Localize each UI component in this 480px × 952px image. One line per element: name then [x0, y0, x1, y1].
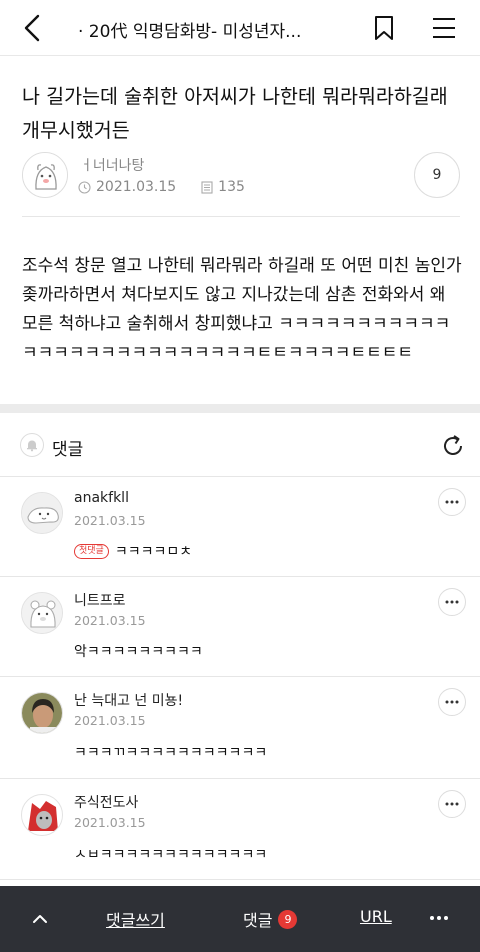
more-options-icon[interactable]: [438, 790, 466, 818]
comments-button-label: 댓글: [243, 911, 273, 930]
comment-date: 2021.03.15: [74, 713, 146, 728]
comment-text: 악ㅋㅋㅋㅋㅋㅋㅋㅋㅋ: [74, 644, 203, 660]
views: 135: [201, 179, 245, 195]
document-icon: [201, 180, 213, 194]
hamburger-menu-icon[interactable]: [430, 14, 458, 42]
bookmark-icon[interactable]: [370, 14, 398, 42]
bear-avatar[interactable]: [21, 592, 63, 634]
bottom-action-bar: 댓글쓰기 댓글 9 URL: [0, 886, 480, 952]
comment-text-row: 첫댓글 ㅋㅋㅋㅋㅁㅊ: [74, 541, 192, 561]
bell-icon[interactable]: [20, 433, 44, 457]
more-options-icon[interactable]: [438, 488, 466, 516]
comment-text: ㅋㅋㅋㅋㅁㅊ: [114, 544, 193, 560]
post-body: 조수석 창문 열고 나한테 뭐라뭐라 하길래 또 어떤 미친 놈인가 좆까라하면…: [22, 256, 462, 363]
comment-author[interactable]: 니트프로: [74, 590, 126, 610]
divider: [22, 216, 460, 217]
comment-date: 2021.03.15: [74, 815, 146, 830]
comment-author[interactable]: 주식전도사: [74, 792, 138, 812]
comments-header: 댓글: [0, 413, 480, 477]
comment-item: 니트프로 2021.03.15 악ㅋㅋㅋㅋㅋㅋㅋㅋㅋ: [0, 578, 480, 677]
comment-text-row: ㅅㅂㅋㅋㅋㅋㅋㅋㅋㅋㅋㅋㅋㅋㅋ: [74, 844, 267, 864]
post-meta: 2021.03.15 135: [78, 179, 245, 195]
post-title: 나 길가는데 술취한 아저씨가 나한테 뭐라뭐라하길래 개무시했거든: [22, 85, 448, 142]
comment-item: anakfkll 2021.03.15 첫댓글 ㅋㅋㅋㅋㅁㅊ: [0, 478, 480, 577]
comment-item: 난 늑대고 넌 미뇽! 2021.03.15 ㅋㅋㅋㄲㅋㅋㅋㅋㅋㅋㅋㅋㅋㅋㅋ: [0, 678, 480, 779]
comment-date: 2021.03.15: [74, 513, 146, 528]
comment-text-row: ㅋㅋㅋㄲㅋㅋㅋㅋㅋㅋㅋㅋㅋㅋㅋ: [74, 742, 267, 762]
first-comment-badge: 첫댓글: [74, 543, 109, 559]
more-options-icon[interactable]: [438, 588, 466, 616]
post-date: 2021.03.15: [96, 179, 177, 195]
white-creature-avatar[interactable]: [21, 492, 63, 534]
refresh-icon[interactable]: [440, 433, 466, 459]
back-chevron-icon[interactable]: [18, 12, 50, 44]
comment-author[interactable]: 난 늑대고 넌 미뇽!: [74, 690, 183, 710]
more-options-icon[interactable]: [438, 688, 466, 716]
comment-date: 2021.03.15: [74, 613, 146, 628]
comments-label: 댓글: [52, 440, 84, 460]
more-dots-icon[interactable]: [428, 908, 450, 928]
comment-item: 주식전도사 2021.03.15 ㅅㅂㅋㅋㅋㅋㅋㅋㅋㅋㅋㅋㅋㅋㅋ: [0, 780, 480, 880]
write-comment-button[interactable]: 댓글쓰기: [106, 907, 165, 931]
person-photo-avatar[interactable]: [21, 692, 63, 734]
chevron-up-icon[interactable]: [30, 908, 50, 928]
comment-text-row: 악ㅋㅋㅋㅋㅋㅋㅋㅋㅋ: [74, 641, 203, 661]
character-avatar[interactable]: [21, 794, 63, 836]
author-row: ㅓ너너나탕 2021.03.15 135 9: [22, 152, 460, 202]
author-avatar[interactable]: [22, 152, 68, 198]
board-title[interactable]: · 20代 익명담화방- 미성년자...: [78, 17, 348, 42]
top-header: · 20代 익명담화방- 미성년자...: [0, 0, 480, 56]
comments-button[interactable]: 댓글 9: [243, 907, 298, 931]
comment-count-button[interactable]: 9: [414, 152, 460, 198]
clock-icon: [78, 180, 91, 194]
author-name[interactable]: ㅓ너너나탕: [80, 155, 144, 175]
section-divider: [0, 404, 480, 413]
comment-text: ㅋㅋㅋㄲㅋㅋㅋㅋㅋㅋㅋㅋㅋㅋㅋ: [74, 745, 268, 761]
comment-text: ㅅㅂㅋㅋㅋㅋㅋㅋㅋㅋㅋㅋㅋㅋㅋ: [74, 847, 268, 863]
comments-count-badge: 9: [278, 909, 298, 929]
comment-author[interactable]: anakfkll: [74, 490, 129, 506]
url-button[interactable]: URL: [360, 907, 392, 926]
view-count: 135: [218, 179, 245, 195]
